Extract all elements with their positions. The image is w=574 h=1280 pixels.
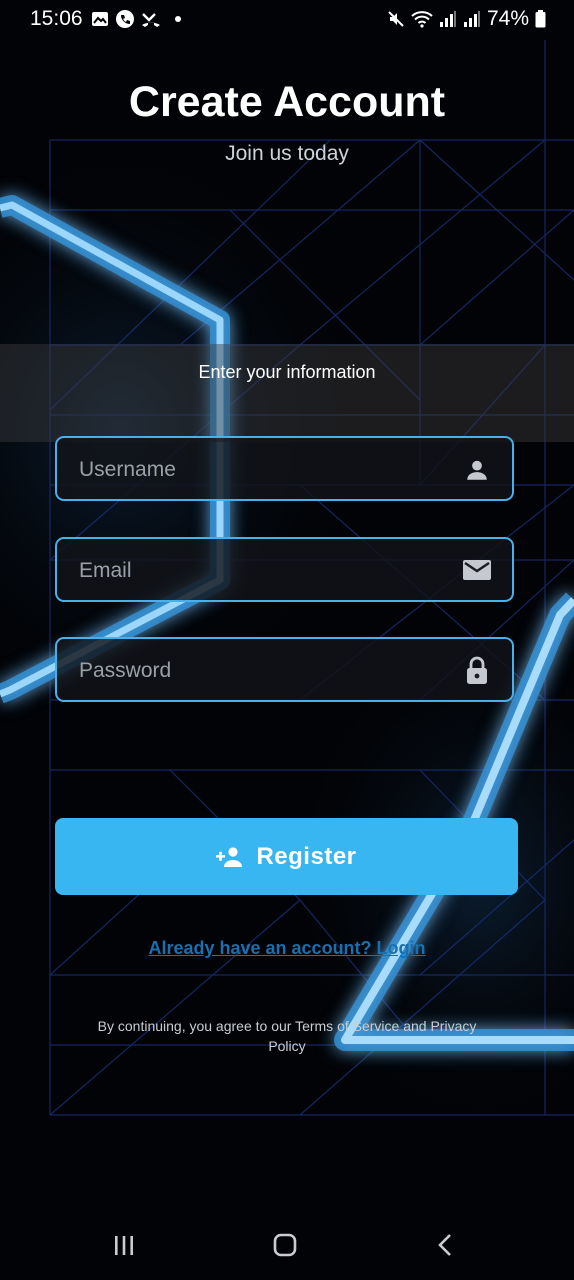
login-link[interactable]: Already have an account? Login (0, 938, 574, 959)
recents-button[interactable] (104, 1228, 144, 1262)
navigation-bar (0, 1210, 574, 1280)
page-subtitle: Join us today (225, 142, 349, 165)
signal-icon (439, 11, 456, 27)
email-input[interactable] (77, 539, 441, 602)
info-section-band (0, 344, 574, 442)
home-button[interactable] (265, 1228, 305, 1262)
signal-icon-2 (463, 11, 480, 27)
system-icons: 74% (387, 7, 546, 31)
status-time: 15:06 (30, 7, 83, 30)
email-field[interactable] (55, 537, 514, 602)
recents-icon (115, 1236, 133, 1255)
home-icon (273, 1233, 297, 1257)
mute-icon (388, 11, 404, 27)
add-person-icon (216, 846, 243, 867)
battery-icon (535, 10, 546, 28)
password-input[interactable] (77, 639, 441, 702)
back-icon (438, 1234, 451, 1256)
gallery-icon (92, 12, 108, 26)
register-label: Register (256, 842, 357, 870)
section-label: Enter your information (198, 362, 376, 382)
person-icon (467, 460, 487, 480)
terms-text: By continuing, you agree to our Terms of… (97, 1018, 477, 1054)
password-field[interactable] (55, 637, 514, 702)
username-field[interactable] (55, 436, 514, 501)
page-title: Create Account (128, 78, 446, 126)
missed-call-icon (142, 13, 160, 27)
notification-icons (90, 9, 181, 29)
phone-circle-icon (116, 10, 134, 28)
battery-percentage: 74% (486, 7, 529, 30)
username-input[interactable] (77, 438, 441, 501)
mail-icon (463, 560, 491, 580)
lock-icon (467, 656, 487, 684)
register-button[interactable]: Register (55, 818, 518, 895)
back-button[interactable] (426, 1228, 466, 1262)
more-notifications-dot (175, 16, 181, 22)
wifi-icon (411, 11, 433, 28)
status-bar: 15:06 74% (0, 0, 574, 40)
